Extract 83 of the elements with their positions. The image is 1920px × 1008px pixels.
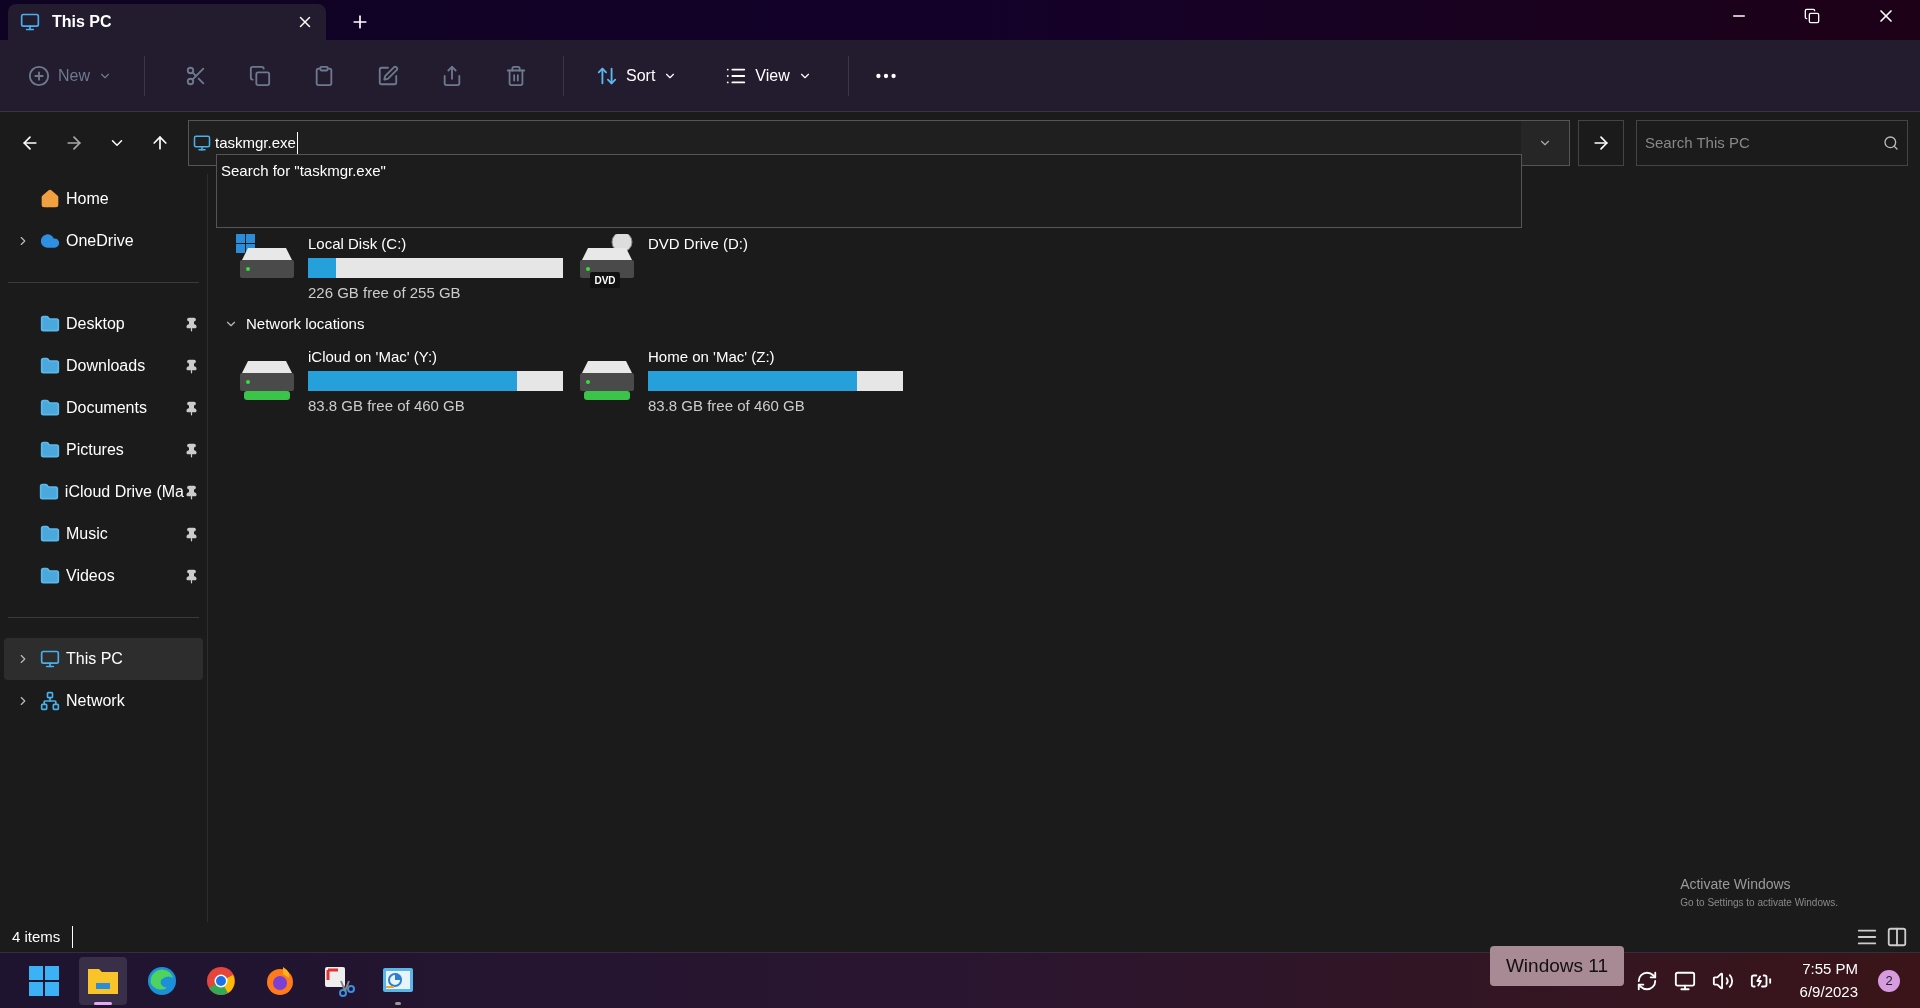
pin-icon[interactable]	[184, 526, 199, 542]
folder-icon	[40, 398, 60, 418]
running-indicator	[395, 1001, 401, 1005]
rename-icon[interactable]	[377, 64, 399, 87]
folder-icon	[39, 482, 60, 502]
sidebar-item[interactable]: Documents	[4, 387, 203, 429]
running-indicator	[94, 1001, 112, 1005]
sort-button[interactable]: Sort	[584, 55, 690, 96]
notification-badge[interactable]: 2	[1878, 969, 1900, 992]
activation-title: Activate Windows	[1680, 875, 1792, 894]
new-button[interactable]: New	[20, 55, 120, 96]
sidebar-item[interactable]: Music	[4, 513, 203, 555]
folder-icon	[40, 314, 60, 334]
tab-title: This PC	[52, 12, 113, 32]
folder-icon	[40, 524, 60, 544]
tab[interactable]: This PC	[8, 4, 326, 40]
sidebar-item[interactable]: iCloud Drive (Ma	[4, 471, 203, 513]
browser-icon	[206, 965, 236, 996]
network-icon	[40, 691, 60, 711]
sidebar-item[interactable]: Home	[4, 178, 203, 220]
sidebar-item[interactable]: Downloads	[4, 345, 203, 387]
drive-name[interactable]: iCloud on 'Mac' (Y:)	[308, 347, 563, 367]
start-icon	[29, 965, 59, 996]
sidebar-label: Desktop	[66, 314, 126, 334]
view-button[interactable]: View	[713, 55, 824, 96]
sidebar-label: Music	[66, 524, 109, 544]
pin-icon[interactable]	[184, 442, 199, 458]
tiles-view-icon[interactable]	[1886, 926, 1908, 948]
sidebar-label: Documents	[66, 398, 148, 418]
sidebar-item[interactable]: Videos	[4, 555, 203, 597]
taskbar-button[interactable]	[79, 956, 127, 1005]
pin-icon[interactable]	[184, 568, 199, 584]
pin-icon[interactable]	[184, 400, 199, 416]
sidebar-label: This PC	[66, 649, 124, 669]
sidebar-item[interactable]: Network	[4, 680, 203, 722]
sidebar-label: Videos	[66, 566, 116, 586]
cut-icon[interactable]	[185, 64, 207, 87]
sidebar-item[interactable]: Desktop	[4, 303, 203, 345]
clock-time[interactable]: 7:55 PM	[1802, 958, 1858, 981]
folder-icon	[40, 440, 60, 460]
restore-icon[interactable]	[1804, 8, 1820, 24]
free-space-text: 83.8 GB free of 460 GB	[648, 396, 806, 416]
folder-icon	[40, 356, 60, 376]
sidebar-label: OneDrive	[66, 231, 135, 251]
sync-icon[interactable]	[1635, 969, 1658, 992]
computer-icon	[40, 649, 60, 669]
free-space-text: 226 GB free of 255 GB	[308, 283, 462, 303]
search-icon[interactable]	[1883, 135, 1899, 151]
copy-icon[interactable]	[249, 64, 271, 87]
sidebar-label: Pictures	[66, 440, 125, 460]
sidebar-item[interactable]: Pictures	[4, 429, 203, 471]
cloud-icon	[40, 231, 60, 251]
sidebar-item[interactable]: This PC	[4, 638, 203, 680]
network-status-icon[interactable]	[1673, 969, 1696, 992]
clock-date[interactable]: 6/9/2023	[1799, 980, 1858, 1003]
delete-icon[interactable]	[505, 64, 527, 87]
drive-name[interactable]: DVD Drive (D:)	[648, 234, 748, 254]
group-header[interactable]: Network locations	[246, 312, 365, 335]
item-count: 4 items	[12, 925, 74, 949]
computer-icon	[20, 12, 40, 32]
free-space-text: 83.8 GB free of 460 GB	[308, 396, 466, 416]
plus-icon	[28, 64, 50, 87]
pin-icon[interactable]	[184, 484, 199, 500]
fox-globe-icon	[265, 965, 295, 996]
sidebar-label: Network	[66, 691, 126, 711]
sidebar-label: iCloud Drive (Ma	[64, 482, 184, 502]
wave-circle-icon	[147, 965, 177, 996]
pin-icon[interactable]	[184, 358, 199, 374]
pin-icon[interactable]	[184, 316, 199, 332]
sidebar-label: Downloads	[66, 356, 147, 376]
share-icon[interactable]	[441, 64, 463, 87]
computer-icon	[193, 134, 211, 152]
folder-icon	[40, 566, 60, 586]
home-icon	[40, 189, 60, 209]
paste-icon[interactable]	[313, 64, 335, 87]
drive-name[interactable]: Home on 'Mac' (Z:)	[648, 347, 903, 367]
drive-name[interactable]: Local Disk (C:)	[308, 234, 563, 254]
activation-text: Go to Settings to activate Windows.	[1680, 896, 1838, 910]
sidebar-label: Home	[66, 189, 110, 209]
sidebar-item[interactable]: OneDrive	[4, 220, 203, 262]
search-field[interactable]: Search This PC	[1636, 120, 1908, 166]
tooltip: Windows 11	[1489, 945, 1624, 986]
scissors-icon	[323, 964, 355, 997]
